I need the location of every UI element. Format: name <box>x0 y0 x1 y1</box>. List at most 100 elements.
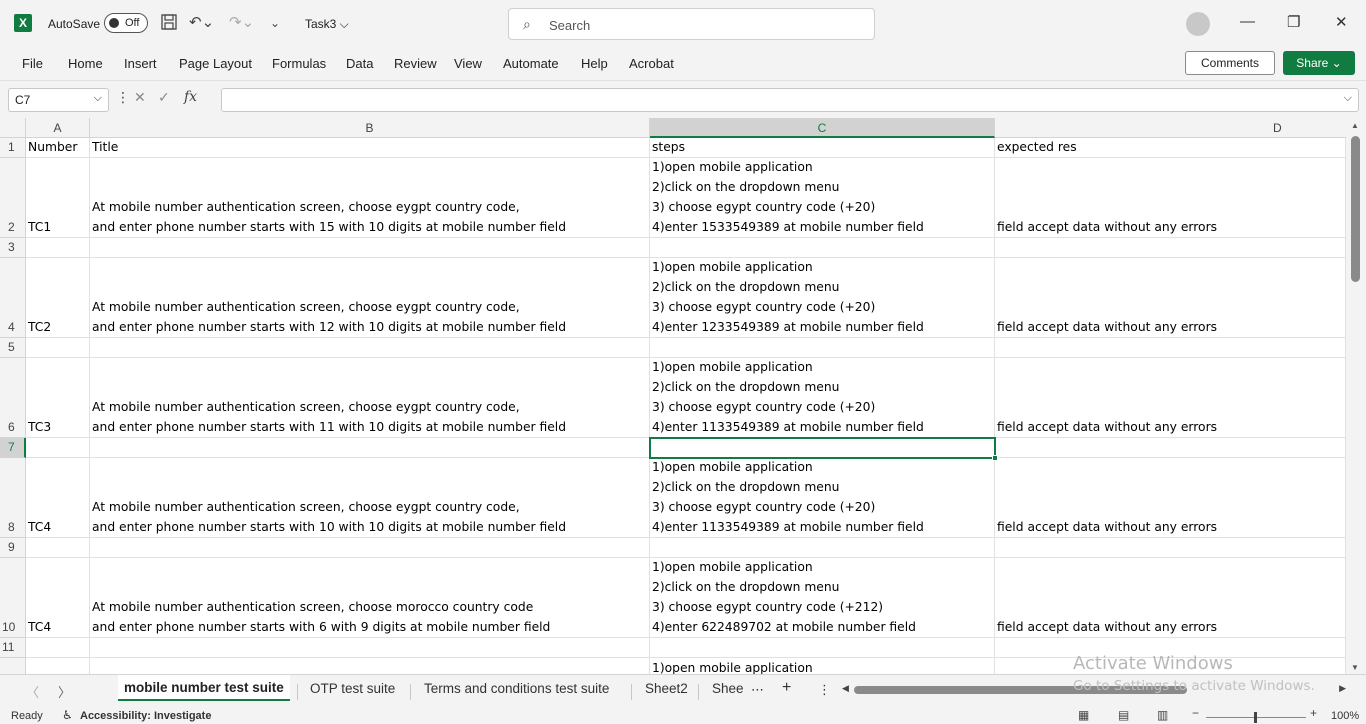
zoom-slider[interactable] <box>1206 712 1306 723</box>
restore-icon[interactable]: ❐ <box>1287 13 1300 31</box>
scroll-up-icon[interactable]: ▲ <box>1351 121 1359 130</box>
cell-c6[interactable]: 1)open mobile application 2)click on the… <box>650 358 995 438</box>
row-header[interactable]: 2 <box>0 158 26 238</box>
avatar[interactable] <box>1186 12 1210 36</box>
cell-b7[interactable] <box>90 438 650 458</box>
share-button[interactable]: Share ⌄ <box>1283 51 1355 75</box>
row-header[interactable]: 6 <box>0 358 26 438</box>
cell-a3[interactable] <box>26 238 90 258</box>
row-header[interactable]: 9 <box>0 538 26 558</box>
cell-a7[interactable] <box>26 438 90 458</box>
cell-b3[interactable] <box>90 238 650 258</box>
add-sheet-icon[interactable]: + <box>782 679 791 697</box>
zoom-in-icon[interactable]: + <box>1310 706 1317 720</box>
document-title[interactable]: Task3 ⌵ <box>305 17 349 32</box>
search-box[interactable]: ⌕ Search <box>508 8 875 40</box>
menu-view[interactable]: View <box>454 56 482 71</box>
cell-a1[interactable]: Number <box>26 138 90 158</box>
menu-review[interactable]: Review <box>394 56 437 71</box>
page-layout-view-icon[interactable]: ▤ <box>1118 708 1129 722</box>
enter-icon[interactable]: ✓ <box>158 89 170 106</box>
cell-d10[interactable]: field accept data without any errors <box>995 558 1346 638</box>
row-header[interactable] <box>0 658 26 674</box>
scroll-down-icon[interactable]: ▼ <box>1351 663 1359 672</box>
menu-file[interactable]: File <box>22 56 43 71</box>
cell-b4[interactable]: At mobile number authentication screen, … <box>90 258 650 338</box>
autosave-toggle[interactable]: Off <box>104 13 148 33</box>
save-icon[interactable] <box>160 13 178 35</box>
vertical-scroll-thumb[interactable] <box>1351 136 1360 282</box>
comments-button[interactable]: Comments <box>1185 51 1275 75</box>
row-header[interactable]: 11 <box>0 638 26 658</box>
name-box[interactable]: C7 ⌵ <box>8 88 109 112</box>
cell-d5[interactable] <box>995 338 1346 358</box>
cell-b9[interactable] <box>90 538 650 558</box>
cell-c11[interactable] <box>650 638 995 658</box>
cell-b8[interactable]: At mobile number authentication screen, … <box>90 458 650 538</box>
cell-c9[interactable] <box>650 538 995 558</box>
cell-b2[interactable]: At mobile number authentication screen, … <box>90 158 650 238</box>
cell-a4[interactable]: TC2 <box>26 258 90 338</box>
zoom-slider-knob[interactable] <box>1254 712 1257 723</box>
cell-d7[interactable] <box>995 438 1346 458</box>
cell-d1[interactable]: expected res <box>995 138 1346 158</box>
select-all-corner[interactable] <box>0 118 26 138</box>
cell-d6[interactable]: field accept data without any errors <box>995 358 1346 438</box>
customize-toolbar-icon[interactable]: ⌄ <box>270 16 280 30</box>
cell-b1[interactable]: Title <box>90 138 650 158</box>
zoom-level[interactable]: 100% <box>1331 710 1359 722</box>
row-header[interactable]: 5 <box>0 338 26 358</box>
redo-icon[interactable]: ↷⌄ <box>229 13 254 31</box>
cell-a8[interactable]: TC4 <box>26 458 90 538</box>
cell-a2[interactable]: TC1 <box>26 158 90 238</box>
row-header[interactable]: 4 <box>0 258 26 338</box>
zoom-out-icon[interactable]: − <box>1192 706 1199 720</box>
cell-c4[interactable]: 1)open mobile application 2)click on the… <box>650 258 995 338</box>
row-header[interactable]: 10 <box>0 558 26 638</box>
close-icon[interactable]: ✕ <box>1335 13 1348 31</box>
chevron-right-icon[interactable]: 〉 <box>58 682 71 701</box>
cell-a9[interactable] <box>26 538 90 558</box>
column-header-b[interactable]: B <box>90 118 650 138</box>
cell-c10[interactable]: 1)open mobile application 2)click on the… <box>650 558 995 638</box>
row-header[interactable]: 7 <box>0 438 26 458</box>
menu-insert[interactable]: Insert <box>124 56 157 71</box>
page-break-view-icon[interactable]: ▥ <box>1157 708 1168 722</box>
cell-d3[interactable] <box>995 238 1346 258</box>
sheet-tab-sheet2[interactable]: Sheet2 <box>645 681 688 696</box>
cell-d9[interactable] <box>995 538 1346 558</box>
cell-b5[interactable] <box>90 338 650 358</box>
undo-icon[interactable]: ↶⌄ <box>189 13 214 31</box>
more-options-icon[interactable]: ⋮ <box>818 682 831 698</box>
menu-data[interactable]: Data <box>346 56 373 71</box>
insert-function-icon[interactable]: fx <box>184 89 197 105</box>
vertical-scrollbar[interactable]: ▲ ▼ <box>1346 118 1366 674</box>
cell-c12[interactable]: 1)open mobile application <box>650 658 995 674</box>
cell-b6[interactable]: At mobile number authentication screen, … <box>90 358 650 438</box>
menu-home[interactable]: Home <box>68 56 103 71</box>
row-header[interactable]: 3 <box>0 238 26 258</box>
fill-handle[interactable] <box>992 455 998 461</box>
menu-formulas[interactable]: Formulas <box>272 56 326 71</box>
menu-acrobat[interactable]: Acrobat <box>629 56 674 71</box>
cell-c3[interactable] <box>650 238 995 258</box>
chevron-left-icon[interactable]: 〈 <box>26 682 39 701</box>
cell-c8[interactable]: 1)open mobile application 2)click on the… <box>650 458 995 538</box>
more-sheets-icon[interactable]: ⋯ <box>751 682 764 698</box>
sheet-tab-terms-and-conditions[interactable]: Terms and conditions test suite <box>424 681 609 696</box>
column-header-d[interactable]: D <box>995 118 1366 138</box>
more-options-icon[interactable]: ⋮ <box>116 89 130 106</box>
cell-a10[interactable]: TC4 <box>26 558 90 638</box>
menu-page-layout[interactable]: Page Layout <box>179 56 252 71</box>
cell-c1[interactable]: steps <box>650 138 995 158</box>
cell-b12[interactable] <box>90 658 650 674</box>
cancel-icon[interactable]: ✕ <box>134 89 146 106</box>
column-header-a[interactable]: A <box>26 118 90 138</box>
cell-c5[interactable] <box>650 338 995 358</box>
sheet-tab-mobile-number-test-suite[interactable]: mobile number test suite <box>118 675 290 701</box>
normal-view-icon[interactable]: ▦ <box>1078 708 1089 722</box>
cell-b11[interactable] <box>90 638 650 658</box>
cell-a12[interactable] <box>26 658 90 674</box>
accessibility-status[interactable]: Accessibility: Investigate <box>80 710 211 722</box>
sheet-tab-otp-test-suite[interactable]: OTP test suite <box>310 681 395 696</box>
